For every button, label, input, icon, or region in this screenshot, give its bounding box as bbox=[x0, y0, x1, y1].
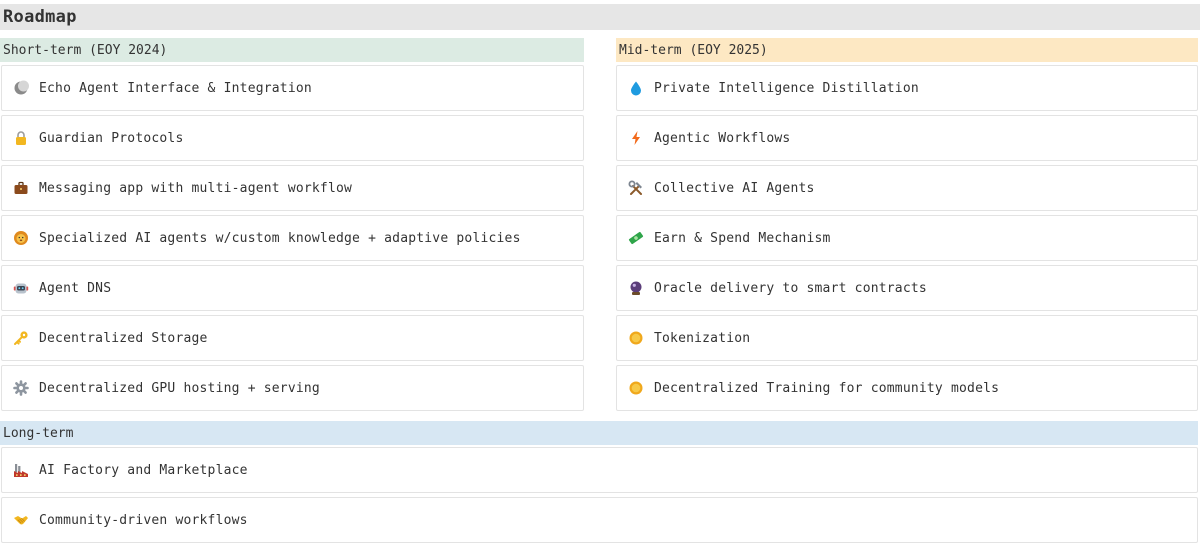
page-title-bar: Roadmap bbox=[0, 4, 1200, 30]
long-term-list: AI Factory and Marketplace Community-dri… bbox=[1, 447, 1198, 547]
list-item[interactable]: Agentic Workflows bbox=[616, 115, 1198, 161]
lightning-icon bbox=[628, 130, 644, 146]
list-item-label: AI Factory and Marketplace bbox=[39, 462, 248, 478]
list-item[interactable]: Agent DNS bbox=[1, 265, 584, 311]
tools-icon bbox=[628, 180, 644, 196]
section-header-long-term: Long-term bbox=[0, 421, 1198, 445]
list-item[interactable]: Earn & Spend Mechanism bbox=[616, 215, 1198, 261]
list-item[interactable]: Echo Agent Interface & Integration bbox=[1, 65, 584, 111]
list-item[interactable]: Messaging app with multi-agent workflow bbox=[1, 165, 584, 211]
coin-icon bbox=[628, 330, 644, 346]
list-item-label: Specialized AI agents w/custom knowledge… bbox=[39, 230, 521, 246]
list-item-label: Decentralized Storage bbox=[39, 330, 208, 346]
list-item-label: Echo Agent Interface & Integration bbox=[39, 80, 312, 96]
list-item[interactable]: Specialized AI agents w/custom knowledge… bbox=[1, 215, 584, 261]
list-item-label: Tokenization bbox=[654, 330, 751, 346]
list-item-label: Collective AI Agents bbox=[654, 180, 815, 196]
robot-icon bbox=[13, 280, 29, 296]
list-item-label: Agent DNS bbox=[39, 280, 112, 296]
list-item[interactable]: Oracle delivery to smart contracts bbox=[616, 265, 1198, 311]
list-item-label: Oracle delivery to smart contracts bbox=[654, 280, 927, 296]
briefcase-icon bbox=[13, 180, 29, 196]
list-item-label: Guardian Protocols bbox=[39, 130, 184, 146]
coin-icon bbox=[628, 380, 644, 396]
lock-icon bbox=[13, 130, 29, 146]
list-item[interactable]: Tokenization bbox=[616, 315, 1198, 361]
list-item-label: Private Intelligence Distillation bbox=[654, 80, 919, 96]
list-item-label: Agentic Workflows bbox=[654, 130, 791, 146]
list-item-label: Messaging app with multi-agent workflow bbox=[39, 180, 353, 196]
droplet-icon bbox=[628, 80, 644, 96]
gear-icon bbox=[13, 380, 29, 396]
list-item-label: Decentralized Training for community mod… bbox=[654, 380, 1000, 396]
money-icon bbox=[628, 230, 644, 246]
list-item[interactable]: Private Intelligence Distillation bbox=[616, 65, 1198, 111]
moon-icon bbox=[13, 80, 29, 96]
list-item-label: Earn & Spend Mechanism bbox=[654, 230, 831, 246]
mid-term-list: Private Intelligence Distillation Agenti… bbox=[616, 65, 1198, 415]
list-item[interactable]: Decentralized GPU hosting + serving bbox=[1, 365, 584, 411]
section-header-mid-term: Mid-term (EOY 2025) bbox=[616, 38, 1198, 62]
page-title: Roadmap bbox=[3, 7, 77, 27]
list-item[interactable]: Community-driven workflows bbox=[1, 497, 1198, 543]
short-term-list: Echo Agent Interface & Integration Guard… bbox=[1, 65, 584, 415]
crystal-ball-icon bbox=[628, 280, 644, 296]
list-item-label: Community-driven workflows bbox=[39, 512, 248, 528]
list-item[interactable]: Guardian Protocols bbox=[1, 115, 584, 161]
handshake-icon bbox=[13, 512, 29, 528]
factory-icon bbox=[13, 462, 29, 478]
list-item[interactable]: Collective AI Agents bbox=[616, 165, 1198, 211]
list-item[interactable]: Decentralized Storage bbox=[1, 315, 584, 361]
list-item-label: Decentralized GPU hosting + serving bbox=[39, 380, 320, 396]
lion-face-icon bbox=[13, 230, 29, 246]
list-item[interactable]: Decentralized Training for community mod… bbox=[616, 365, 1198, 411]
list-item[interactable]: AI Factory and Marketplace bbox=[1, 447, 1198, 493]
key-icon bbox=[13, 330, 29, 346]
section-header-short-term: Short-term (EOY 2024) bbox=[0, 38, 584, 62]
